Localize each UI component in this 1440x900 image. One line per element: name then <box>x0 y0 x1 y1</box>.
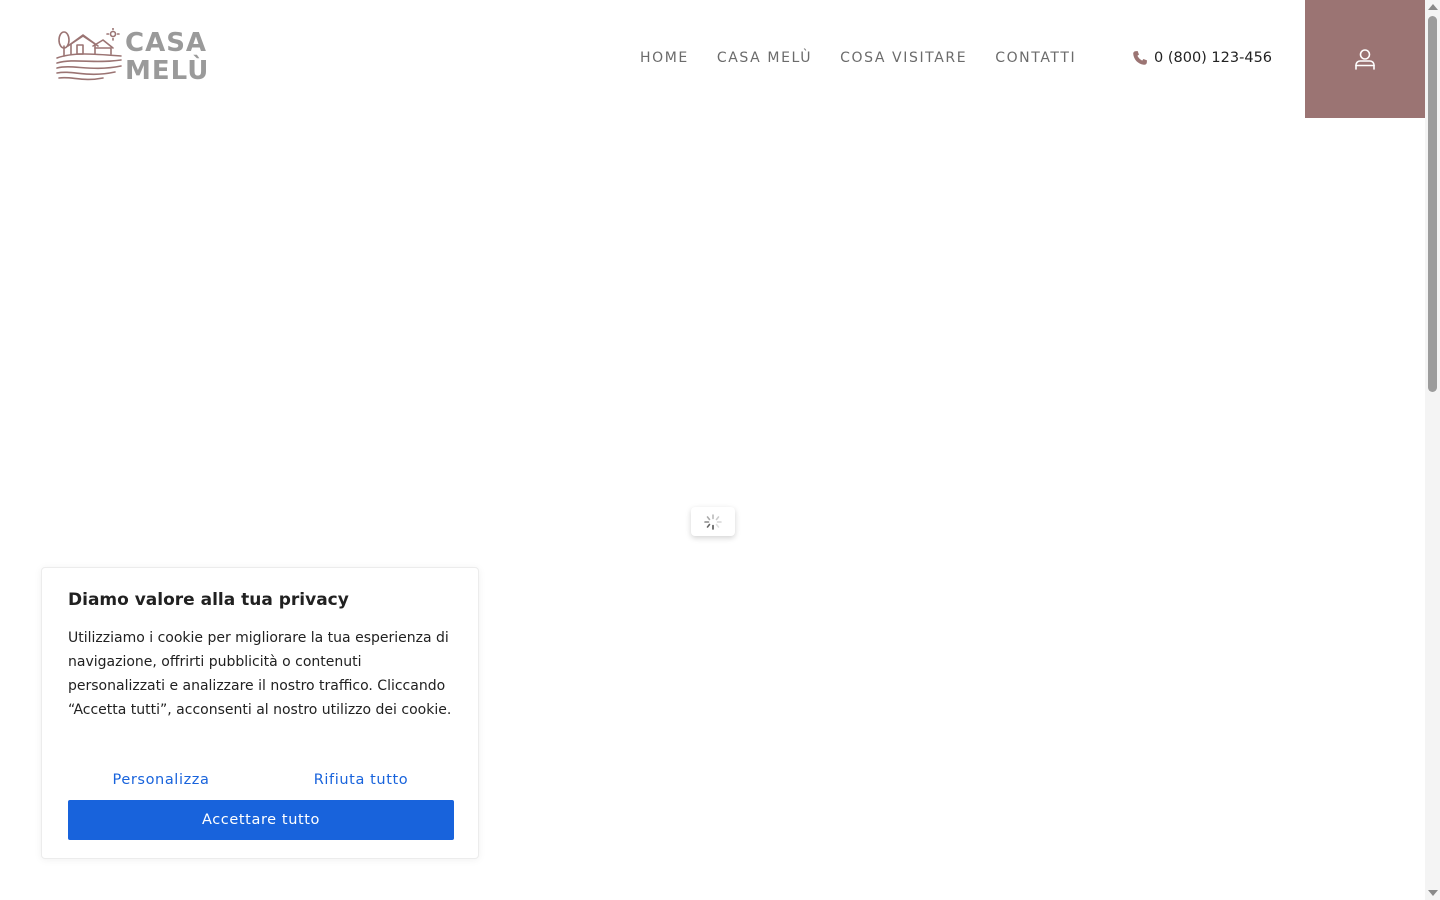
nav-item-home[interactable]: HOME <box>640 48 689 68</box>
accept-all-button[interactable]: Accettare tutto <box>68 800 454 840</box>
nav-item-contatti[interactable]: CONTATTI <box>995 48 1076 68</box>
user-icon <box>1355 49 1375 70</box>
loading-indicator <box>691 507 735 536</box>
cookie-description: Utilizziamo i cookie per migliorare la t… <box>68 630 452 718</box>
farmhouse-logo-icon <box>56 28 122 81</box>
scroll-down-arrow-icon[interactable] <box>1428 890 1438 896</box>
scrollbar-thumb[interactable] <box>1428 16 1437 392</box>
account-button[interactable] <box>1305 0 1425 118</box>
customize-button[interactable]: Personalizza <box>68 768 254 792</box>
page: CASA MELÙ HOME CASA MELÙ COSA VISITARE C… <box>0 0 1440 900</box>
cookie-consent-banner: Diamo valore alla tua privacy Utilizziam… <box>41 567 479 859</box>
spinner-icon <box>704 513 722 530</box>
phone-contact[interactable]: 0 (800) 123-456 <box>1132 48 1272 68</box>
site-logo[interactable]: CASA MELÙ <box>55 28 208 88</box>
phone-number: 0 (800) 123-456 <box>1154 50 1273 66</box>
main-nav: HOME CASA MELÙ COSA VISITARE CONTATTI <box>640 48 1104 68</box>
cookie-title: Diamo valore alla tua privacy <box>68 590 349 610</box>
reject-all-button[interactable]: Rifiuta tutto <box>268 768 454 792</box>
logo-text-line1: CASA <box>125 28 208 58</box>
vertical-scrollbar[interactable] <box>1425 0 1440 900</box>
site-header: CASA MELÙ HOME CASA MELÙ COSA VISITARE C… <box>0 0 1425 118</box>
nav-item-cosa-visitare[interactable]: COSA VISITARE <box>840 48 967 68</box>
phone-icon <box>1133 51 1147 65</box>
cookie-secondary-actions: Personalizza Rifiuta tutto <box>68 768 454 792</box>
logo-text-line2: MELÙ <box>125 56 210 86</box>
nav-item-casa-melu[interactable]: CASA MELÙ <box>717 48 812 68</box>
scroll-up-arrow-icon[interactable] <box>1428 4 1438 10</box>
